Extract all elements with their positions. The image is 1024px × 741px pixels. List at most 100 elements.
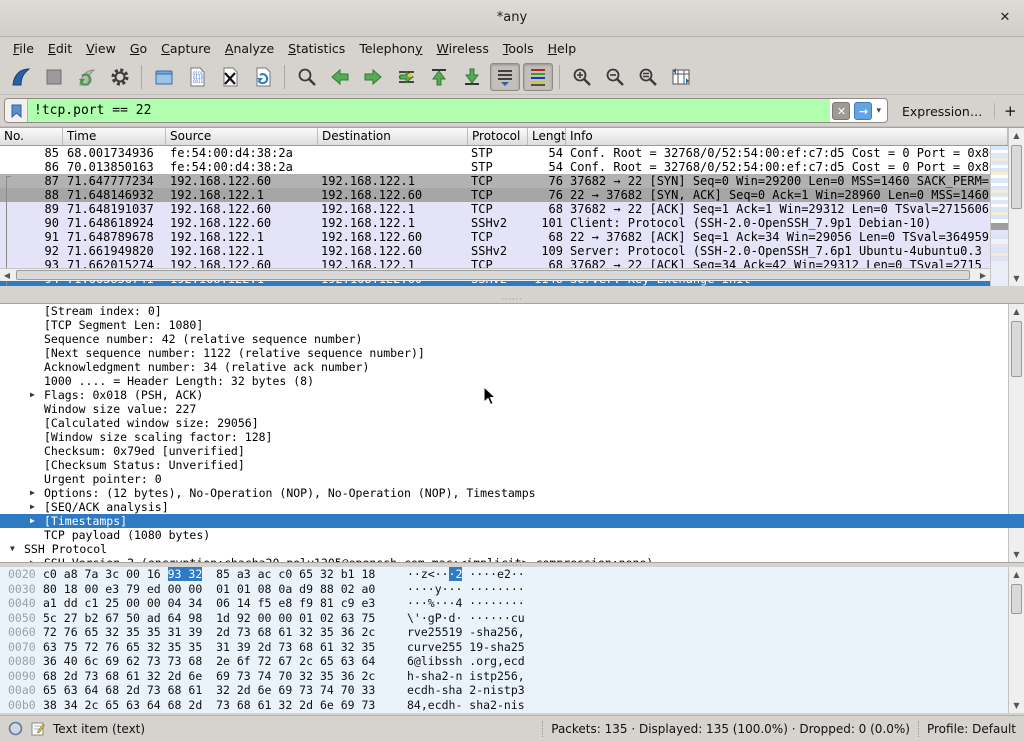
hex-ascii[interactable]: \'·gP·d· ······cu	[407, 611, 525, 626]
hex-row[interactable]: 003080 18 00 e3 79 ed 00 00 01 01 08 0a …	[0, 582, 1024, 597]
menu-item-view[interactable]: View	[79, 39, 123, 58]
detail-line[interactable]: ▶[Timestamps]	[0, 514, 1024, 528]
packet-list-hscrollbar[interactable]: ◀ ▶	[0, 268, 990, 281]
hex-row[interactable]: 006072 76 65 32 35 35 31 39 2d 73 68 61 …	[0, 625, 1024, 640]
detail-line[interactable]: [Window size scaling factor: 128]	[0, 430, 1024, 444]
column-header-time[interactable]: Time	[63, 128, 166, 145]
hex-bytes[interactable]: 65 63 64 68 2d 73 68 61 32 2d 6e 69 73 7…	[43, 683, 375, 698]
packet-list-vscrollbar[interactable]: ▲ ▼	[1008, 128, 1024, 286]
detail-line[interactable]: Urgent pointer: 0	[0, 472, 1024, 486]
add-filter-button[interactable]: +	[1004, 102, 1017, 120]
detail-line[interactable]: Acknowledgment number: 34 (relative ack …	[0, 360, 1024, 374]
hex-row[interactable]: 009068 2d 73 68 61 32 2d 6e 69 73 74 70 …	[0, 669, 1024, 684]
profile-selector[interactable]: Profile: Default	[927, 722, 1016, 736]
packet-row[interactable]: 8670.013850163fe:54:00:d4:38:2aSTP54Conf…	[0, 160, 990, 174]
detail-line[interactable]: ▶[SEQ/ACK analysis]	[0, 500, 1024, 514]
detail-line[interactable]: Window size value: 227	[0, 402, 1024, 416]
detail-line[interactable]: [Next sequence number: 1122 (relative se…	[0, 346, 1024, 360]
column-header-destination[interactable]: Destination	[318, 128, 468, 145]
hex-ascii[interactable]: ····y··· ········	[407, 582, 525, 597]
hex-row[interactable]: 008036 40 6c 69 62 73 73 68 2e 6f 72 67 …	[0, 654, 1024, 669]
collapsed-arrow-icon[interactable]: ▶	[30, 556, 35, 563]
detail-line[interactable]: Checksum: 0x79ed [unverified]	[0, 444, 1024, 458]
menu-item-go[interactable]: Go	[123, 39, 154, 58]
hex-bytes[interactable]: a1 dd c1 25 00 00 04 34 06 14 f5 e8 f9 8…	[43, 596, 375, 611]
hex-bytes[interactable]: 80 18 00 e3 79 ed 00 00 01 01 08 0a d9 8…	[43, 582, 375, 597]
packet-row[interactable]: 8568.001734936fe:54:00:d4:38:2aSTP54Conf…	[0, 146, 990, 160]
go-to-packet-button[interactable]	[391, 63, 421, 91]
column-header-protocol[interactable]: Protocol	[468, 128, 528, 145]
scroll-down-icon[interactable]: ▼	[1009, 271, 1024, 286]
packet-row[interactable]: 8971.648191037192.168.122.60192.168.122.…	[0, 202, 990, 216]
close-icon[interactable]: ✕	[996, 9, 1014, 27]
collapsed-arrow-icon[interactable]: ▶	[30, 500, 35, 514]
go-back-button[interactable]	[325, 63, 355, 91]
menu-item-tools[interactable]: Tools	[496, 39, 541, 58]
menu-item-analyze[interactable]: Analyze	[218, 39, 281, 58]
hex-row[interactable]: 007063 75 72 76 65 32 35 35 31 39 2d 73 …	[0, 640, 1024, 655]
scroll-left-icon[interactable]: ◀	[0, 269, 14, 282]
close-file-button[interactable]	[215, 63, 245, 91]
zoom-out-button[interactable]	[600, 63, 630, 91]
column-header-no[interactable]: No.	[0, 128, 63, 145]
collapsed-arrow-icon[interactable]: ▶	[30, 486, 35, 500]
hex-ascii[interactable]: ···%···4 ········	[407, 596, 525, 611]
intelligent-scrollbar-minimap[interactable]	[990, 146, 1008, 286]
menu-item-file[interactable]: File	[6, 39, 41, 58]
scroll-thumb[interactable]	[1011, 145, 1022, 209]
packet-row[interactable]: 8771.647777234192.168.122.60192.168.122.…	[0, 174, 990, 188]
menu-item-capture[interactable]: Capture	[154, 39, 218, 58]
filter-bookmark-button[interactable]	[5, 99, 28, 122]
filter-dropdown-icon[interactable]: ▾	[874, 106, 887, 116]
hex-row[interactable]: 00b038 34 2c 65 63 64 68 2d 73 68 61 32 …	[0, 698, 1024, 713]
detail-line[interactable]: [TCP Segment Len: 1080]	[0, 318, 1024, 332]
filter-apply-button[interactable]: →	[854, 102, 872, 120]
hex-bytes[interactable]: 63 75 72 76 65 32 35 35 31 39 2d 73 68 6…	[43, 640, 375, 655]
hex-row[interactable]: 0040a1 dd c1 25 00 00 04 34 06 14 f5 e8 …	[0, 596, 1024, 611]
menu-item-help[interactable]: Help	[541, 39, 584, 58]
expanded-arrow-icon[interactable]: ▼	[10, 542, 15, 556]
colorize-button[interactable]	[523, 63, 553, 91]
hex-row[interactable]: 0020c0 a8 7a 3c 00 16 93 32 85 a3 ac c0 …	[0, 567, 1024, 582]
scroll-up-icon[interactable]: ▲	[1009, 128, 1024, 143]
detail-line[interactable]: [Calculated window size: 29056]	[0, 416, 1024, 430]
collapsed-arrow-icon[interactable]: ▶	[30, 388, 35, 402]
hex-row[interactable]: 00505c 27 b2 67 50 ad 64 98 1d 92 00 00 …	[0, 611, 1024, 626]
detail-line[interactable]: Sequence number: 42 (relative sequence n…	[0, 332, 1024, 346]
hex-ascii[interactable]: rve25519 -sha256,	[407, 625, 525, 640]
hex-ascii[interactable]: h-sha2-n istp256,	[407, 669, 525, 684]
hex-bytes[interactable]: 72 76 65 32 35 35 31 39 2d 73 68 61 32 3…	[43, 625, 375, 640]
hex-bytes[interactable]: 5c 27 b2 67 50 ad 64 98 1d 92 00 00 01 0…	[43, 611, 375, 626]
expression-button[interactable]: Expression…	[902, 104, 982, 119]
menu-item-statistics[interactable]: Statistics	[281, 39, 352, 58]
filter-clear-button[interactable]: ✕	[832, 102, 850, 120]
expert-info-icon[interactable]	[8, 721, 23, 736]
hex-ascii[interactable]: ··z<···2 ····e2··	[407, 567, 525, 582]
detail-line[interactable]: 1000 .... = Header Length: 32 bytes (8)	[0, 374, 1024, 388]
capture-options-button[interactable]	[105, 63, 135, 91]
hex-bytes[interactable]: 38 34 2c 65 63 64 68 2d 73 68 61 32 2d 6…	[43, 698, 375, 713]
column-header-length[interactable]: Length	[528, 128, 566, 145]
open-file-button[interactable]	[149, 63, 179, 91]
packet-row[interactable]: 8871.648146932192.168.122.1192.168.122.6…	[0, 188, 990, 202]
packet-row[interactable]: 9071.648618924192.168.122.60192.168.122.…	[0, 216, 990, 230]
collapsed-arrow-icon[interactable]: ▶	[30, 514, 35, 528]
hex-bytes[interactable]: c0 a8 7a 3c 00 16 93 32 85 a3 ac c0 65 3…	[43, 567, 375, 582]
go-forward-button[interactable]	[358, 63, 388, 91]
detail-line[interactable]: [Stream index: 0]	[0, 304, 1024, 318]
go-last-button[interactable]	[457, 63, 487, 91]
start-capture-button[interactable]	[6, 63, 36, 91]
save-file-button[interactable]: 010101100011	[182, 63, 212, 91]
restart-capture-button[interactable]	[72, 63, 102, 91]
hex-ascii[interactable]: ecdh-sha 2-nistp3	[407, 683, 525, 698]
find-packet-button[interactable]	[292, 63, 322, 91]
hex-ascii[interactable]: 6@libssh .org,ecd	[407, 654, 525, 669]
detail-line[interactable]: TCP payload (1080 bytes)	[0, 528, 1024, 542]
menu-item-edit[interactable]: Edit	[41, 39, 79, 58]
capture-comment-icon[interactable]	[31, 721, 45, 736]
hex-ascii[interactable]: 84,ecdh- sha2-nis	[407, 698, 525, 713]
packet-row[interactable]: 9271.661949820192.168.122.1192.168.122.6…	[0, 244, 990, 258]
detail-line[interactable]: [Checksum Status: Unverified]	[0, 458, 1024, 472]
reload-file-button[interactable]	[248, 63, 278, 91]
title-bar[interactable]: *any ✕	[0, 0, 1024, 37]
